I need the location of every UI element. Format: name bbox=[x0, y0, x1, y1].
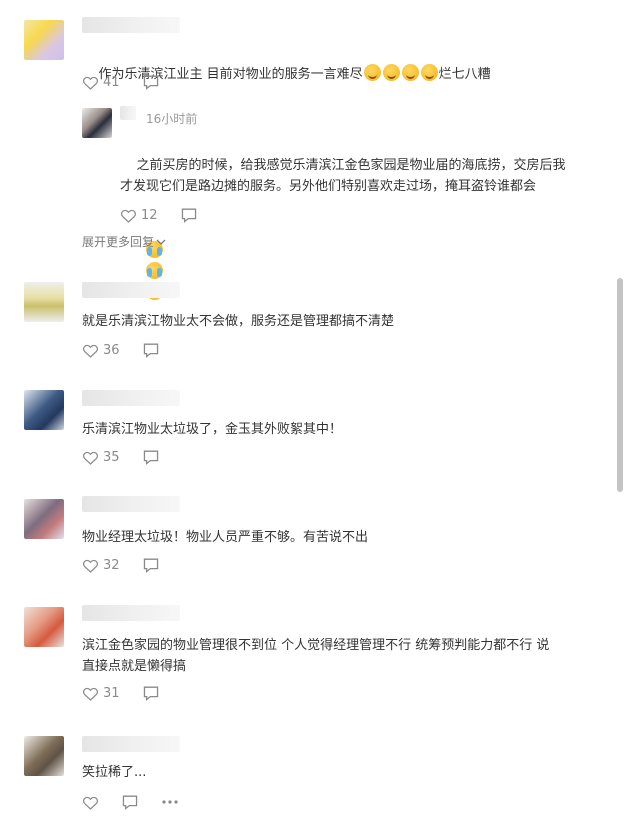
comment-item: 作为乐清滨江业主 目前对物业的服务一言难尽 烂七八糟 41 16小时前 之前买房的… bbox=[0, 0, 600, 300]
avatar[interactable] bbox=[24, 736, 64, 776]
comment-item: 就是乐清滨江物业太不会做，服务还是管理都搞不清楚 36 bbox=[0, 270, 600, 370]
reply-button[interactable] bbox=[180, 207, 198, 223]
comment-text: 物业经理太垃圾！物业人员严重不够。有苦说不出 bbox=[82, 530, 369, 545]
like-count: 12 bbox=[141, 207, 158, 223]
heart-outline-icon bbox=[83, 76, 98, 90]
comment-actions: 36 bbox=[82, 340, 182, 360]
username[interactable] bbox=[82, 390, 180, 406]
comment-actions: 35 bbox=[82, 447, 182, 467]
like-count: 36 bbox=[103, 342, 120, 358]
avatar[interactable] bbox=[24, 499, 64, 539]
speech-bubble-icon bbox=[143, 686, 158, 701]
avatar[interactable] bbox=[24, 607, 64, 647]
like-button[interactable]: 31 bbox=[82, 686, 120, 701]
comment-item: 乐清滨江物业太垃圾了，金玉其外败絮其中！ 35 bbox=[0, 378, 600, 478]
like-count: 35 bbox=[103, 449, 120, 465]
heart-outline-icon bbox=[83, 451, 98, 465]
reply-button[interactable] bbox=[142, 342, 160, 358]
comment-text: 乐清滨江物业太垃圾了，金玉其外败絮其中！ bbox=[82, 422, 343, 437]
comment-item: 物业经理太垃圾！物业人员严重不够。有苦说不出 32 bbox=[0, 487, 600, 587]
reply-username[interactable] bbox=[120, 106, 136, 120]
avatar[interactable] bbox=[24, 390, 64, 430]
comment-actions: 31 bbox=[82, 683, 182, 703]
like-count: 41 bbox=[103, 74, 120, 90]
chevron-down-icon bbox=[156, 239, 166, 245]
comment-item: 滨江金色家园的物业管理很不到位 个人觉得经理管理不行 统筹预判能力都不行 说 直… bbox=[0, 596, 600, 721]
emoji-icon bbox=[382, 64, 400, 81]
heart-outline-icon bbox=[83, 559, 98, 573]
like-button[interactable]: 32 bbox=[82, 558, 120, 573]
more-button[interactable] bbox=[161, 799, 179, 805]
speech-bubble-icon bbox=[143, 75, 158, 90]
expand-replies-label: 展开更多回复 bbox=[82, 235, 155, 249]
username[interactable] bbox=[82, 736, 180, 752]
comment-actions bbox=[82, 792, 201, 812]
comment-actions: 32 bbox=[82, 555, 182, 575]
like-button[interactable] bbox=[82, 795, 99, 810]
heart-outline-icon bbox=[121, 209, 136, 223]
avatar[interactable] bbox=[24, 282, 64, 322]
like-button[interactable]: 36 bbox=[82, 343, 120, 358]
reply-button[interactable] bbox=[142, 449, 160, 465]
like-button[interactable]: 12 bbox=[120, 208, 158, 223]
comment-text: 就是乐清滨江物业太不会做，服务还是管理都搞不清楚 bbox=[82, 314, 395, 329]
emoji-icon bbox=[420, 64, 438, 81]
speech-bubble-icon bbox=[143, 343, 158, 358]
like-button[interactable]: 41 bbox=[82, 75, 120, 90]
emoji-icon bbox=[401, 64, 419, 81]
scrollbar-thumb[interactable] bbox=[617, 278, 623, 492]
heart-outline-icon bbox=[83, 687, 98, 701]
reply-button[interactable] bbox=[142, 685, 160, 701]
username[interactable] bbox=[82, 17, 180, 33]
speech-bubble-icon bbox=[122, 795, 138, 810]
avatar[interactable] bbox=[24, 20, 64, 60]
heart-outline-icon bbox=[83, 796, 98, 810]
username[interactable] bbox=[82, 496, 180, 512]
reply-avatar[interactable] bbox=[82, 108, 112, 138]
more-dots-icon bbox=[162, 800, 178, 804]
reply-text-body: 之前买房的时候，给我感觉乐清滨江金色家园是物业届的海底捞，交房后我 才发现它们是… bbox=[120, 158, 566, 194]
reply-actions: 12 bbox=[120, 205, 220, 225]
comment-item: 笑拉稀了... bbox=[0, 728, 600, 826]
comment-text-part: 烂七八糟 bbox=[438, 67, 491, 82]
reply-button[interactable] bbox=[142, 74, 160, 90]
reply-time: 16小时前 bbox=[146, 112, 198, 126]
speech-bubble-icon bbox=[143, 450, 158, 465]
reply-button[interactable] bbox=[121, 794, 139, 810]
comment-text: 笑拉稀了... bbox=[82, 765, 147, 780]
username[interactable] bbox=[82, 282, 180, 298]
comment-actions: 41 bbox=[82, 72, 182, 92]
emoji-icon bbox=[363, 64, 381, 81]
like-count: 31 bbox=[103, 685, 120, 701]
expand-replies-link[interactable]: 展开更多回复 bbox=[82, 233, 166, 250]
like-count: 32 bbox=[103, 557, 120, 573]
like-button[interactable]: 35 bbox=[82, 450, 120, 465]
speech-bubble-icon bbox=[143, 558, 158, 573]
reply-button[interactable] bbox=[142, 557, 160, 573]
heart-outline-icon bbox=[83, 344, 98, 358]
speech-bubble-icon bbox=[181, 208, 196, 223]
comment-text: 滨江金色家园的物业管理很不到位 个人觉得经理管理不行 统筹预判能力都不行 说 直… bbox=[82, 638, 550, 674]
username[interactable] bbox=[82, 605, 180, 621]
